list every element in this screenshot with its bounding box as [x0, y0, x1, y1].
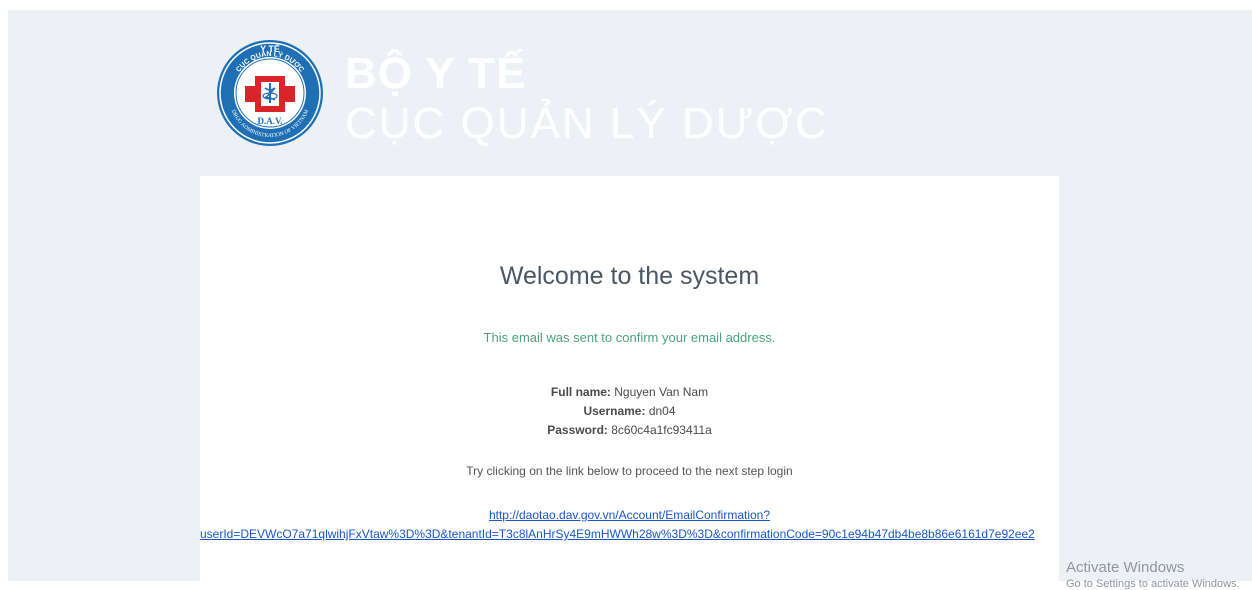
confirm-message: This email was sent to confirm your emai… — [483, 330, 776, 345]
password-label: Password: — [547, 423, 608, 437]
confirmation-link[interactable]: http://daotao.dav.gov.vn/Account/EmailCo… — [200, 508, 1059, 522]
brand-name: BỘ Y TẾ CỤC QUẢN LÝ DƯỢC — [345, 52, 829, 146]
username-row: Username: dn04 — [200, 402, 1059, 421]
instruction-text: Try clicking on the link below to procee… — [466, 464, 793, 478]
account-details: Full name: Nguyen Van Nam Username: dn04… — [200, 383, 1059, 440]
username-value: dn04 — [648, 404, 676, 418]
activate-windows-watermark: Activate Windows Go to Settings to activ… — [1066, 559, 1240, 590]
full-name-value: Nguyen Van Nam — [614, 385, 709, 399]
username-label: Username: — [583, 404, 646, 418]
watermark-subtitle: Go to Settings to activate Windows. — [1066, 578, 1240, 590]
password-row: Password: 8c60c4a1fc93411a — [200, 421, 1059, 440]
email-card: Welcome to the system This email was sen… — [200, 176, 1059, 581]
full-name-label: Full name: — [550, 385, 611, 399]
email-page-background: D.A.V. Y TẾ CỤC QUẢN LÝ DƯỢC DRUG ADMINI… — [8, 10, 1252, 590]
email-header: D.A.V. Y TẾ CỤC QUẢN LÝ DƯỢC DRUG ADMINI… — [215, 38, 915, 158]
brand-line-department: CỤC QUẢN LÝ DƯỢC — [345, 99, 829, 148]
full-name-row: Full name: Nguyen Van Nam — [200, 383, 1059, 402]
brand-line-ministry: BỘ Y TẾ — [345, 49, 527, 98]
password-value: 8c60c4a1fc93411a — [611, 423, 712, 437]
svg-text:D.A.V.: D.A.V. — [257, 116, 282, 126]
confirmation-link-continuation[interactable]: userId=DEVWcO7a71qlwihjFxVtaw%3D%3D&tena… — [200, 527, 1059, 541]
watermark-title: Activate Windows — [1066, 559, 1185, 576]
dav-logo: D.A.V. Y TẾ CỤC QUẢN LÝ DƯỢC DRUG ADMINI… — [217, 40, 323, 146]
welcome-title: Welcome to the system — [499, 262, 760, 290]
